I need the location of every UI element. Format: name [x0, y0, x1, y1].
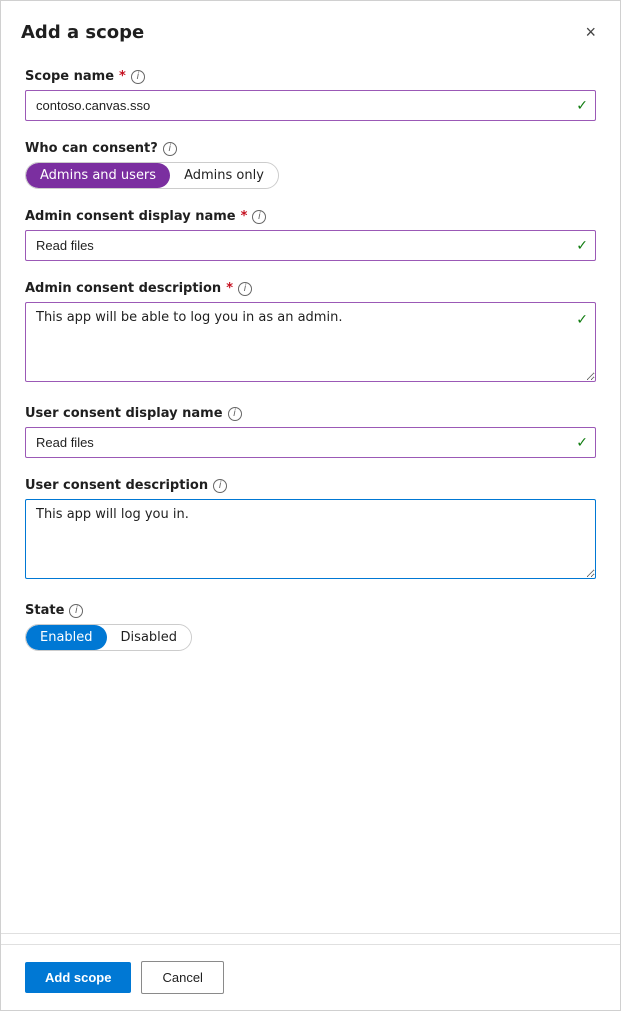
admin-consent-description-info-icon[interactable]: i: [238, 282, 252, 296]
toggle-disabled[interactable]: Disabled: [107, 625, 191, 650]
admin-consent-display-name-check-icon: ✓: [576, 238, 588, 254]
admin-consent-description-label: Admin consent description * i: [25, 281, 596, 296]
cancel-button[interactable]: Cancel: [141, 961, 223, 994]
scope-name-input-wrapper: ✓: [25, 90, 596, 121]
admin-consent-description-wrapper: This app will be able to log you in as a…: [25, 302, 596, 386]
user-consent-display-name-wrapper: ✓: [25, 427, 596, 458]
scope-name-input[interactable]: [25, 90, 596, 121]
admin-consent-display-name-group: Admin consent display name * i ✓: [25, 209, 596, 261]
dialog-title: Add a scope: [21, 22, 144, 43]
dialog-header: Add a scope ×: [1, 1, 620, 59]
add-scope-dialog: Add a scope × Scope name * i ✓ Who can c…: [0, 0, 621, 1011]
user-consent-description-info-icon[interactable]: i: [213, 479, 227, 493]
toggle-enabled[interactable]: Enabled: [26, 625, 107, 650]
who-can-consent-group: Who can consent? i Admins and users Admi…: [25, 141, 596, 189]
user-consent-display-name-info-icon[interactable]: i: [228, 407, 242, 421]
dialog-footer: Add scope Cancel: [1, 944, 620, 1010]
add-scope-button[interactable]: Add scope: [25, 962, 131, 993]
admin-consent-display-name-input[interactable]: [25, 230, 596, 261]
state-toggle: Enabled Disabled: [25, 624, 192, 651]
required-star-2: *: [241, 209, 248, 224]
required-star-3: *: [226, 281, 233, 296]
state-label: State i: [25, 603, 596, 618]
user-consent-description-wrapper: This app will log you in.: [25, 499, 596, 583]
toggle-admins-and-users[interactable]: Admins and users: [26, 163, 170, 188]
who-can-consent-info-icon[interactable]: i: [163, 142, 177, 156]
state-info-icon[interactable]: i: [69, 604, 83, 618]
user-consent-display-name-input[interactable]: [25, 427, 596, 458]
admin-consent-display-name-info-icon[interactable]: i: [252, 210, 266, 224]
who-can-consent-toggle: Admins and users Admins only: [25, 162, 279, 189]
admin-consent-description-textarea[interactable]: This app will be able to log you in as a…: [25, 302, 596, 382]
state-group: State i Enabled Disabled: [25, 603, 596, 651]
who-can-consent-label: Who can consent? i: [25, 141, 596, 156]
user-consent-description-textarea[interactable]: This app will log you in.: [25, 499, 596, 579]
close-button[interactable]: ×: [581, 19, 600, 45]
dialog-spacer: [1, 812, 620, 933]
admin-consent-display-name-label: Admin consent display name * i: [25, 209, 596, 224]
admin-consent-display-name-wrapper: ✓: [25, 230, 596, 261]
user-consent-description-group: User consent description i This app will…: [25, 478, 596, 583]
required-star: *: [119, 69, 126, 84]
user-consent-display-name-group: User consent display name i ✓: [25, 406, 596, 458]
dialog-body: Scope name * i ✓ Who can consent? i Admi…: [1, 59, 620, 812]
footer-divider: [1, 933, 620, 934]
scope-name-info-icon[interactable]: i: [131, 70, 145, 84]
scope-name-label: Scope name * i: [25, 69, 596, 84]
admin-consent-description-check-icon: ✓: [576, 312, 588, 328]
admin-consent-description-group: Admin consent description * i This app w…: [25, 281, 596, 386]
user-consent-display-name-label: User consent display name i: [25, 406, 596, 421]
toggle-admins-only[interactable]: Admins only: [170, 163, 278, 188]
user-consent-description-label: User consent description i: [25, 478, 596, 493]
scope-name-group: Scope name * i ✓: [25, 69, 596, 121]
scope-name-check-icon: ✓: [576, 98, 588, 114]
user-consent-display-name-check-icon: ✓: [576, 435, 588, 451]
